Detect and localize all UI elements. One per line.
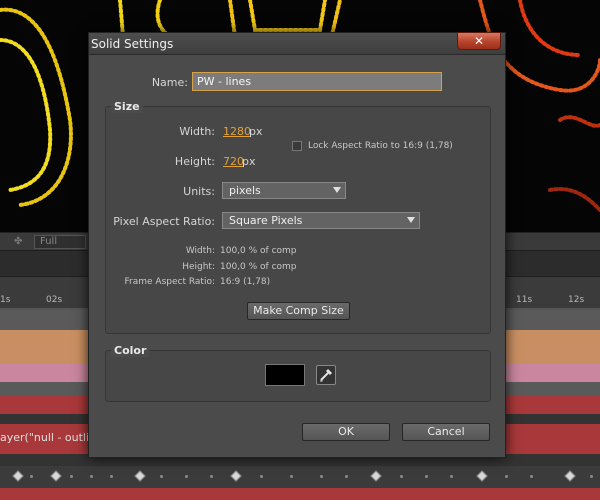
keyframe[interactable] xyxy=(230,470,242,482)
height-label: Height: xyxy=(174,155,215,168)
keyframe-dot xyxy=(160,475,163,478)
frame-aspect-label: Frame Aspect Ratio: xyxy=(124,277,215,287)
keyframe-dot xyxy=(185,475,188,478)
info-width-value: 100,0 % of comp xyxy=(220,246,297,256)
pixel-aspect-value: Square Pixels xyxy=(229,214,303,227)
tick-label: 02s xyxy=(46,295,63,305)
tick-label: 11s xyxy=(516,295,533,305)
tick-label: 12s xyxy=(568,295,585,305)
keyframe[interactable] xyxy=(370,470,382,482)
info-width-label: Width: xyxy=(185,246,215,256)
keyframe-dot xyxy=(530,475,533,478)
width-unit: px xyxy=(249,125,263,138)
channel-icon[interactable]: ✤ xyxy=(14,236,28,248)
keyframe-dot xyxy=(290,475,293,478)
height-value[interactable]: 720 xyxy=(223,155,244,168)
keyframe-dot xyxy=(450,475,453,478)
solid-settings-dialog: Solid Settings ✕ Name: Size Width: 1280 … xyxy=(88,32,506,458)
dialog-titlebar[interactable]: Solid Settings ✕ xyxy=(89,32,505,55)
keyframe-dot xyxy=(90,475,93,478)
keyframe-dot xyxy=(345,475,348,478)
info-height-value: 100,0 % of comp xyxy=(220,262,297,272)
keyframe-dot xyxy=(70,475,73,478)
keyframe-dot xyxy=(30,475,33,478)
units-label: Units: xyxy=(183,185,215,198)
frame-aspect-value: 16:9 (1,78) xyxy=(220,277,271,287)
keyframe-dot xyxy=(320,475,323,478)
lock-aspect-label: Lock Aspect Ratio to 16:9 (1,78) xyxy=(308,141,453,151)
eyedropper-icon xyxy=(320,368,333,382)
name-input[interactable] xyxy=(192,72,442,91)
width-value[interactable]: 1280 xyxy=(223,125,251,138)
keyframe-dot xyxy=(425,475,428,478)
name-label: Name: xyxy=(151,76,188,89)
resolution-select[interactable]: Full xyxy=(34,235,86,249)
keyframe-row[interactable] xyxy=(0,466,600,488)
lock-aspect-checkbox[interactable] xyxy=(292,141,302,151)
expression-text: ayer("null - outlin xyxy=(0,431,97,444)
units-value: pixels xyxy=(229,184,261,197)
keyframe[interactable] xyxy=(50,470,62,482)
dialog-title: Solid Settings xyxy=(91,37,174,51)
keyframe[interactable] xyxy=(564,470,576,482)
keyframe-dot xyxy=(590,475,593,478)
keyframe-dot xyxy=(110,475,113,478)
keyframe[interactable] xyxy=(12,470,24,482)
keyframe-dot xyxy=(505,475,508,478)
make-comp-size-button[interactable]: Make Comp Size xyxy=(247,302,350,320)
eyedropper-button[interactable] xyxy=(316,365,336,385)
keyframe-dot xyxy=(400,475,403,478)
height-unit: px xyxy=(242,155,256,168)
color-group-title: Color xyxy=(111,344,150,357)
keyframe[interactable] xyxy=(134,470,146,482)
units-select[interactable]: pixels xyxy=(222,182,346,199)
tick-label: 1s xyxy=(0,295,11,305)
chevron-down-icon xyxy=(333,187,341,193)
close-icon: ✕ xyxy=(473,34,485,48)
close-button[interactable]: ✕ xyxy=(457,32,501,50)
after-effects-workspace: ✤ Full 1s 02s 11s 12s ayer("null - outli… xyxy=(0,0,600,500)
ok-button[interactable]: OK xyxy=(302,423,390,441)
track-layer[interactable] xyxy=(0,488,600,500)
cancel-button[interactable]: Cancel xyxy=(402,423,490,441)
width-label: Width: xyxy=(179,125,215,138)
keyframe-dot xyxy=(210,475,213,478)
pixel-aspect-select[interactable]: Square Pixels xyxy=(222,212,420,229)
keyframe[interactable] xyxy=(476,470,488,482)
size-group-title: Size xyxy=(111,100,143,113)
info-height-label: Height: xyxy=(182,262,215,272)
keyframe-dot xyxy=(260,475,263,478)
chevron-down-icon xyxy=(407,217,415,223)
pixel-aspect-label: Pixel Aspect Ratio: xyxy=(113,215,215,228)
color-swatch[interactable] xyxy=(265,364,305,386)
